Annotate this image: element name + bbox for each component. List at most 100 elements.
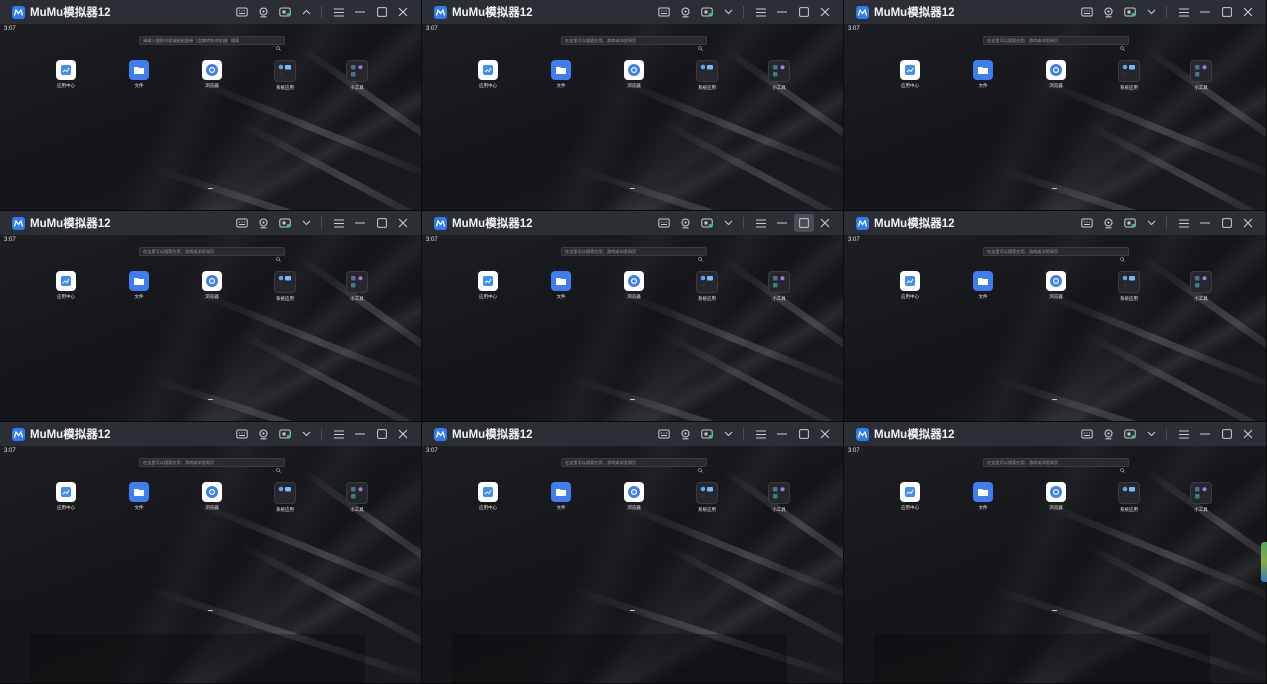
menu-button[interactable] [329, 3, 349, 21]
gamepad-button[interactable] [1098, 425, 1118, 443]
search-icon[interactable] [698, 249, 703, 262]
android-home-screen[interactable]: 3:07 在这里可以搜索应用、游戏或浏览网页 应用中心 文件 浏览器 系统应用 小工具 [422, 446, 843, 683]
search-bar[interactable]: 在这里可以搜索应用、游戏或浏览网页 [983, 36, 1129, 51]
app-files[interactable]: 文件 [963, 60, 1003, 89]
app-app-center[interactable]: 应用中心 [890, 271, 930, 300]
menu-button[interactable] [1174, 425, 1194, 443]
search-icon[interactable] [1120, 460, 1125, 473]
screen-record-button[interactable] [1120, 425, 1140, 443]
collapse-button[interactable] [296, 425, 316, 443]
minimize-button[interactable] [772, 214, 792, 232]
close-button[interactable] [815, 425, 835, 443]
app-system-apps-folder[interactable]: 系统应用 [265, 271, 305, 302]
app-tools-folder[interactable]: 小工具 [1181, 60, 1221, 91]
close-button[interactable] [393, 3, 413, 21]
keyboard-button[interactable] [232, 3, 252, 21]
app-app-center[interactable]: 应用中心 [46, 482, 86, 511]
title-bar[interactable]: MuMu模拟器12 [422, 0, 843, 24]
search-icon[interactable] [698, 38, 703, 51]
collapse-button[interactable] [718, 214, 738, 232]
app-app-center[interactable]: 应用中心 [468, 60, 508, 89]
app-app-center[interactable]: 应用中心 [890, 482, 930, 511]
android-home-screen[interactable]: 3:07 在这里可以搜索应用、游戏或浏览网页 应用中心 文件 浏览器 系统应用 小工具 [0, 446, 421, 683]
keyboard-button[interactable] [1077, 3, 1097, 21]
search-bar[interactable]: 在这里可以搜索应用、游戏或浏览网页 [983, 458, 1129, 473]
gamepad-button[interactable] [675, 425, 695, 443]
maximize-button[interactable] [1217, 214, 1237, 232]
search-bar[interactable]: 在这里可以搜索应用、游戏或浏览网页 [139, 247, 285, 262]
keyboard-button[interactable] [232, 214, 252, 232]
title-bar[interactable]: MuMu模拟器12 [0, 0, 421, 24]
menu-button[interactable] [751, 214, 771, 232]
search-icon[interactable] [276, 460, 281, 473]
navigation-handle[interactable] [208, 610, 213, 611]
collapse-button[interactable] [718, 425, 738, 443]
gamepad-button[interactable] [1098, 214, 1118, 232]
app-system-apps-folder[interactable]: 系统应用 [687, 271, 727, 302]
screen-record-button[interactable] [1120, 214, 1140, 232]
app-files[interactable]: 文件 [119, 271, 159, 300]
menu-button[interactable] [1174, 214, 1194, 232]
app-app-center[interactable]: 应用中心 [46, 271, 86, 300]
app-browser[interactable]: 浏览器 [614, 60, 654, 89]
android-home-screen[interactable]: 3:07 在这里可以搜索应用、游戏或浏览网页 应用中心 文件 浏览器 系统应用 小工具 [844, 235, 1266, 421]
app-browser[interactable]: 浏览器 [192, 60, 232, 89]
title-bar[interactable]: MuMu模拟器12 [0, 422, 421, 446]
gamepad-button[interactable] [1098, 3, 1118, 21]
collapse-button[interactable] [1141, 425, 1161, 443]
screen-record-button[interactable] [275, 425, 295, 443]
keyboard-button[interactable] [1077, 425, 1097, 443]
maximize-button[interactable] [372, 214, 392, 232]
app-system-apps-folder[interactable]: 系统应用 [265, 482, 305, 513]
title-bar[interactable]: MuMu模拟器12 [0, 211, 421, 235]
maximize-button[interactable] [372, 425, 392, 443]
navigation-handle[interactable] [1052, 610, 1057, 611]
menu-button[interactable] [329, 214, 349, 232]
search-bar[interactable]: 在这里可以搜索应用、游戏或浏览网页 [139, 458, 285, 473]
title-bar[interactable]: MuMu模拟器12 [422, 211, 843, 235]
app-browser[interactable]: 浏览器 [614, 482, 654, 511]
gamepad-button[interactable] [253, 425, 273, 443]
navigation-handle[interactable] [630, 399, 635, 400]
search-bar[interactable]: 在这里可以搜索应用、游戏或浏览网页 [561, 36, 707, 51]
maximize-button[interactable] [793, 214, 814, 232]
title-bar[interactable]: MuMu模拟器12 [844, 211, 1266, 235]
app-tools-folder[interactable]: 小工具 [337, 482, 377, 513]
app-tools-folder[interactable]: 小工具 [1181, 271, 1221, 302]
close-button[interactable] [1238, 425, 1258, 443]
minimize-button[interactable] [1195, 3, 1215, 21]
app-files[interactable]: 文件 [963, 482, 1003, 511]
android-home-screen[interactable]: 3:07 在这里可以搜索应用、游戏或浏览网页 应用中心 文件 浏览器 系统应用 小工具 [0, 235, 421, 421]
app-tools-folder[interactable]: 小工具 [759, 271, 799, 302]
maximize-button[interactable] [1217, 3, 1237, 21]
navigation-handle[interactable] [208, 188, 213, 189]
keyboard-button[interactable] [232, 425, 252, 443]
screen-record-button[interactable] [697, 214, 717, 232]
close-button[interactable] [393, 425, 413, 443]
app-files[interactable]: 文件 [541, 60, 581, 89]
app-system-apps-folder[interactable]: 系统应用 [1109, 60, 1149, 91]
minimize-button[interactable] [1195, 214, 1215, 232]
screen-record-button[interactable] [697, 425, 717, 443]
search-bar[interactable]: 请输入搜索内容或粘贴链接（会跳转到浏览器）搜索 [139, 36, 285, 51]
maximize-button[interactable] [794, 3, 814, 21]
search-icon[interactable] [276, 38, 281, 51]
app-tools-folder[interactable]: 小工具 [759, 60, 799, 91]
android-home-screen[interactable]: 3:07 请输入搜索内容或粘贴链接（会跳转到浏览器）搜索 应用中心 文件 浏览器 系统应用… [0, 24, 421, 210]
app-app-center[interactable]: 应用中心 [46, 60, 86, 89]
minimize-button[interactable] [350, 214, 370, 232]
menu-button[interactable] [329, 425, 349, 443]
android-home-screen[interactable]: 3:07 在这里可以搜索应用、游戏或浏览网页 应用中心 文件 浏览器 系统应用 小工具 [422, 235, 843, 421]
gamepad-button[interactable] [253, 3, 273, 21]
app-files[interactable]: 文件 [963, 271, 1003, 300]
maximize-button[interactable] [1217, 425, 1237, 443]
title-bar[interactable]: MuMu模拟器12 [422, 422, 843, 446]
app-browser[interactable]: 浏览器 [192, 271, 232, 300]
menu-button[interactable] [751, 3, 771, 21]
screen-record-button[interactable] [275, 3, 295, 21]
title-bar[interactable]: MuMu模拟器12 [844, 0, 1266, 24]
android-home-screen[interactable]: 3:07 在这里可以搜索应用、游戏或浏览网页 应用中心 文件 浏览器 系统应用 小工具 [422, 24, 843, 210]
app-browser[interactable]: 浏览器 [1036, 482, 1076, 511]
collapse-button[interactable] [296, 3, 316, 21]
screen-record-button[interactable] [697, 3, 717, 21]
